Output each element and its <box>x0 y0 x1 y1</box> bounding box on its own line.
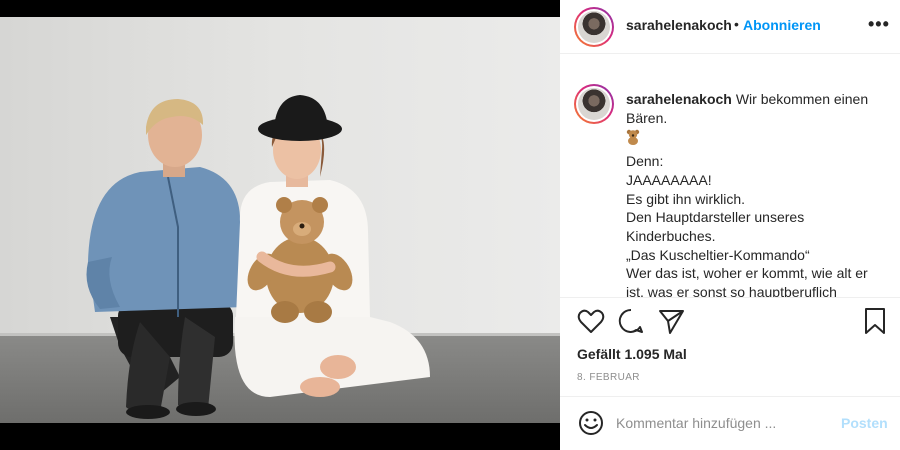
teddy-bear-emoji-icon <box>626 127 886 152</box>
profile-avatar[interactable] <box>574 7 614 47</box>
caption-line: Den Hauptdarsteller unseres Kinderbuches… <box>626 209 805 244</box>
comment-section: Posten <box>560 396 900 450</box>
comment-input[interactable] <box>616 411 826 435</box>
caption-line: JAAAAAAAA! <box>626 171 712 188</box>
caption-line: Wer das ist, woher er kommt, wie alt er … <box>626 265 868 298</box>
caption-line: „Das Kuscheltier-Kommando“ <box>626 246 810 263</box>
smiley-icon[interactable] <box>577 409 605 437</box>
post-side-panel: sarahelenakoch • Abonnieren ••• sarahele… <box>560 0 900 450</box>
heart-icon[interactable] <box>576 306 606 336</box>
comment-icon[interactable] <box>616 306 646 336</box>
caption-avatar[interactable] <box>574 84 614 124</box>
caption-text: sarahelenakoch Wir bekommen einen Bären. … <box>626 90 886 298</box>
header-username[interactable]: sarahelenakoch <box>626 17 732 33</box>
post-media-panel <box>0 0 560 450</box>
caption-username[interactable]: sarahelenakoch <box>626 91 732 107</box>
follow-button[interactable]: Abonnieren <box>743 17 821 33</box>
post-photo-image <box>0 17 560 423</box>
more-options-icon[interactable]: ••• <box>868 15 890 33</box>
caption-line: Denn: <box>626 153 664 170</box>
post-comment-button[interactable]: Posten <box>841 415 888 431</box>
post-header: sarahelenakoch • Abonnieren ••• <box>560 0 900 54</box>
share-icon[interactable] <box>656 306 686 336</box>
separator-dot: • <box>734 16 739 32</box>
caption-section: sarahelenakoch Wir bekommen einen Bären. … <box>560 70 900 298</box>
caption-line: Es gibt ihn wirklich. <box>626 190 746 207</box>
post-date[interactable]: 8. FEBRUAR <box>577 372 640 383</box>
post-photo[interactable] <box>0 17 560 423</box>
bookmark-icon[interactable] <box>860 306 890 336</box>
likes-count[interactable]: Gefällt 1.095 Mal <box>577 346 687 362</box>
action-bar <box>560 306 900 342</box>
